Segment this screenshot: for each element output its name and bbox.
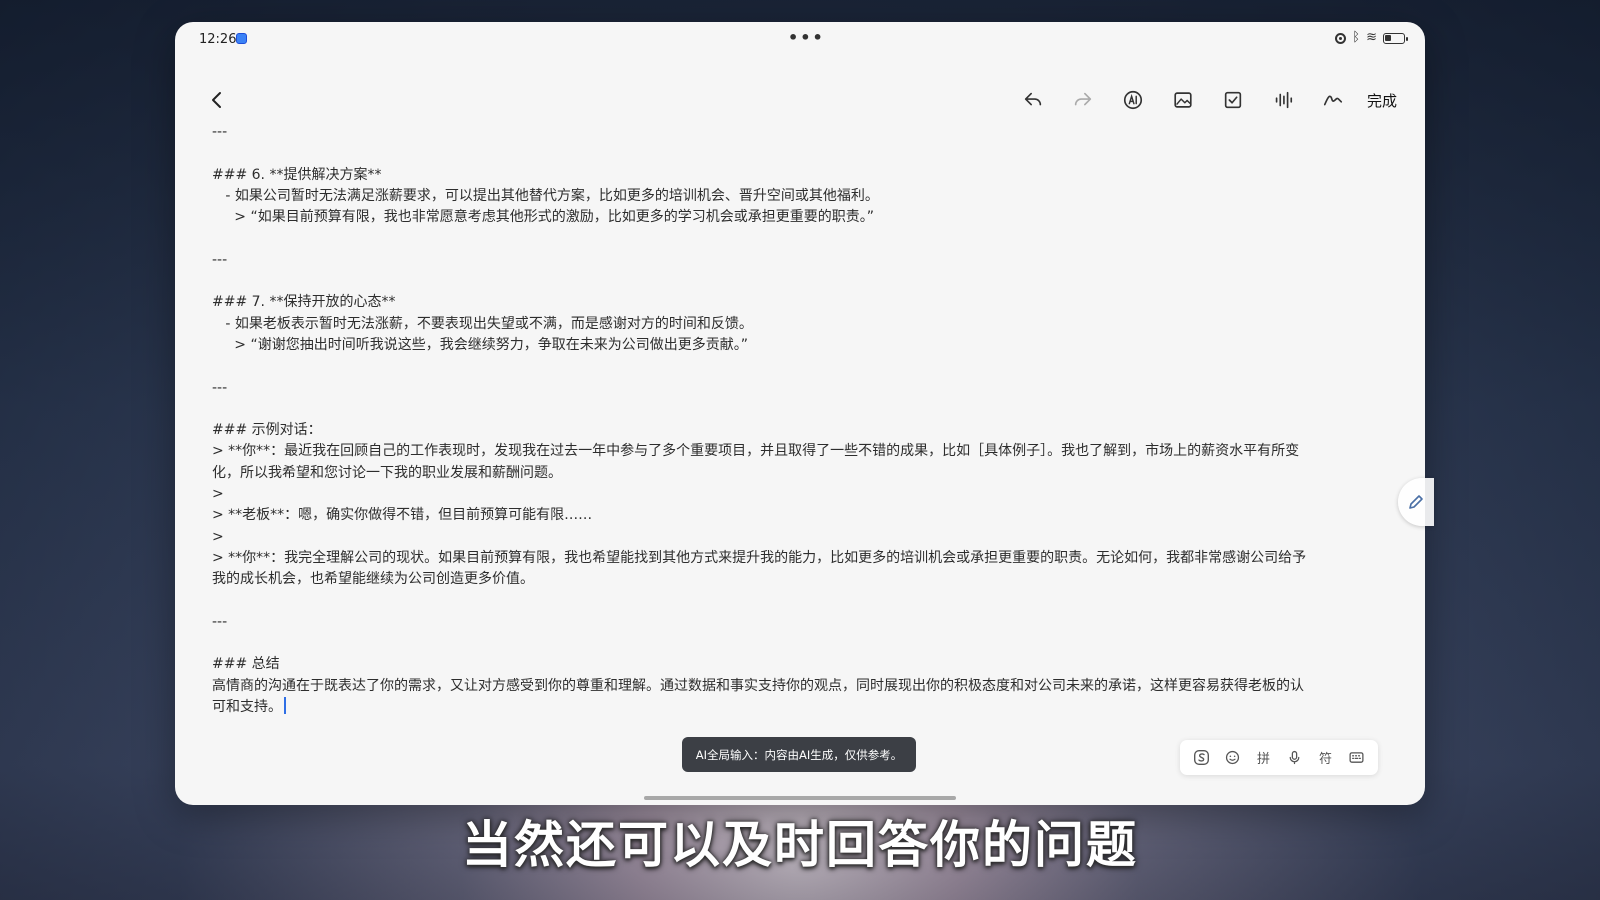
- keyboard-icon: [1349, 752, 1364, 763]
- bluetooth-icon: ᛒ: [1352, 30, 1361, 45]
- text-line: >: [212, 486, 224, 503]
- home-indicator[interactable]: [644, 796, 956, 800]
- done-button[interactable]: 完成: [1367, 90, 1397, 111]
- text-line: ---: [212, 124, 228, 140]
- text-line: 可和支持。: [212, 697, 1377, 718]
- more-dots-icon[interactable]: •••: [788, 28, 825, 47]
- insert-image-button[interactable]: [1171, 88, 1195, 112]
- toast-text: AI全局输入：内容由AI生成，仅供参考。: [695, 747, 903, 762]
- status-time: 12:26: [199, 32, 237, 47]
- text-line: [212, 143, 1377, 164]
- chevron-left-icon: [212, 92, 221, 108]
- image-icon: [1174, 92, 1192, 108]
- back-button[interactable]: [205, 88, 229, 112]
- text-line: > **你**：我完全理解公司的现状。如果目前预算有限，我也希望能找到其他方式来…: [212, 549, 1307, 566]
- emoji-icon: [1225, 750, 1240, 765]
- editor-toolbar: 完成: [175, 78, 1425, 122]
- text-line: ### 6. **提供解决方案**: [212, 166, 382, 183]
- text-line: ### 总结: [212, 656, 280, 673]
- text-line: [212, 228, 1377, 249]
- app-badge-icon: [236, 33, 247, 44]
- voice-input-button[interactable]: [1285, 748, 1305, 768]
- status-icons: ᛒ ≋: [1335, 30, 1408, 45]
- text-line: ### 7. **保持开放的心态**: [212, 294, 396, 311]
- status-bar: 12:26 ••• ᛒ ≋: [175, 22, 1425, 56]
- sogou-logo-icon: [1194, 750, 1209, 765]
- text-cursor: [284, 697, 286, 715]
- pinyin-key[interactable]: 拼: [1254, 748, 1274, 768]
- text-line: ---: [212, 379, 228, 396]
- microphone-icon: [1289, 750, 1300, 765]
- sogou-button[interactable]: [1192, 748, 1212, 768]
- text-line: 化，所以我希望和您讨论一下我的职业发展和薪酬问题。: [212, 464, 562, 481]
- tablet-screen: 12:26 ••• ᛒ ≋ 完成 --- ### 6. **提供解决方案** -…: [175, 22, 1425, 805]
- text-line: [212, 591, 1377, 612]
- ime-toolbar: 拼 符: [1180, 740, 1378, 775]
- undo-button[interactable]: [1021, 88, 1045, 112]
- text-line: [212, 271, 1377, 292]
- checklist-icon: [1224, 91, 1242, 109]
- text-line: 高情商的沟通在于既表达了你的需求，又让对方感受到你的尊重和理解。通过数据和事实支…: [212, 677, 1304, 694]
- handwriting-button[interactable]: [1321, 88, 1345, 112]
- text-line: ---: [212, 613, 228, 630]
- record-icon: [1335, 32, 1347, 44]
- symbol-key[interactable]: 符: [1316, 748, 1336, 768]
- redo-button[interactable]: [1071, 88, 1095, 112]
- toolbar-tools: 完成: [1021, 88, 1397, 112]
- text-line: > “如果目前预算有限，我也非常愿意考虑其他形式的激励，比如更多的学习机会或承担…: [212, 209, 874, 226]
- emoji-button[interactable]: [1223, 748, 1243, 768]
- wifi-icon: ≋: [1366, 30, 1377, 45]
- text-line: >: [212, 528, 224, 545]
- keyboard-button[interactable]: [1347, 748, 1367, 768]
- ai-button[interactable]: [1121, 88, 1145, 112]
- text-line: > **你**：最近我在回顾自己的工作表现时，发现我在过去一年中参与了多个重要项…: [212, 443, 1300, 460]
- text-line: [212, 633, 1377, 654]
- text-line: ---: [212, 251, 228, 268]
- text-line: > **老板**：嗯，确实你做得不错，但目前预算可能有限……: [212, 507, 593, 524]
- text-line: ### 示例对话：: [212, 422, 322, 439]
- voice-icon: [1275, 91, 1293, 109]
- handwriting-icon: [1323, 95, 1343, 106]
- ai-icon: [1123, 90, 1143, 110]
- voice-button[interactable]: [1271, 88, 1295, 112]
- text-line: [212, 399, 1377, 420]
- ai-notice-toast: AI全局输入：内容由AI生成，仅供参考。: [682, 737, 916, 772]
- note-content[interactable]: --- ### 6. **提供解决方案** - 如果公司暂时无法满足涨薪要求，可以…: [212, 122, 1377, 718]
- text-line: [212, 356, 1377, 377]
- text-line: - 如果公司暂时无法满足涨薪要求，可以提出其他替代方案，比如更多的培训机会、晋升…: [212, 187, 879, 204]
- redo-icon: [1074, 92, 1092, 106]
- text-line: 我的成长机会，也希望能继续为公司创造更多价值。: [212, 571, 534, 588]
- undo-icon: [1024, 92, 1042, 106]
- checklist-button[interactable]: [1221, 88, 1245, 112]
- battery-icon: [1383, 32, 1408, 44]
- text-line: - 如果老板表示暂时无法涨薪，不要表现出失望或不满，而是感谢对方的时间和反馈。: [212, 315, 753, 332]
- pen-icon: [1409, 495, 1423, 509]
- video-caption: 当然还可以及时回答你的问题: [462, 816, 1138, 874]
- text-line: > “谢谢您抽出时间听我说这些，我会继续努力，争取在未来为公司做出更多贡献。”: [212, 336, 748, 353]
